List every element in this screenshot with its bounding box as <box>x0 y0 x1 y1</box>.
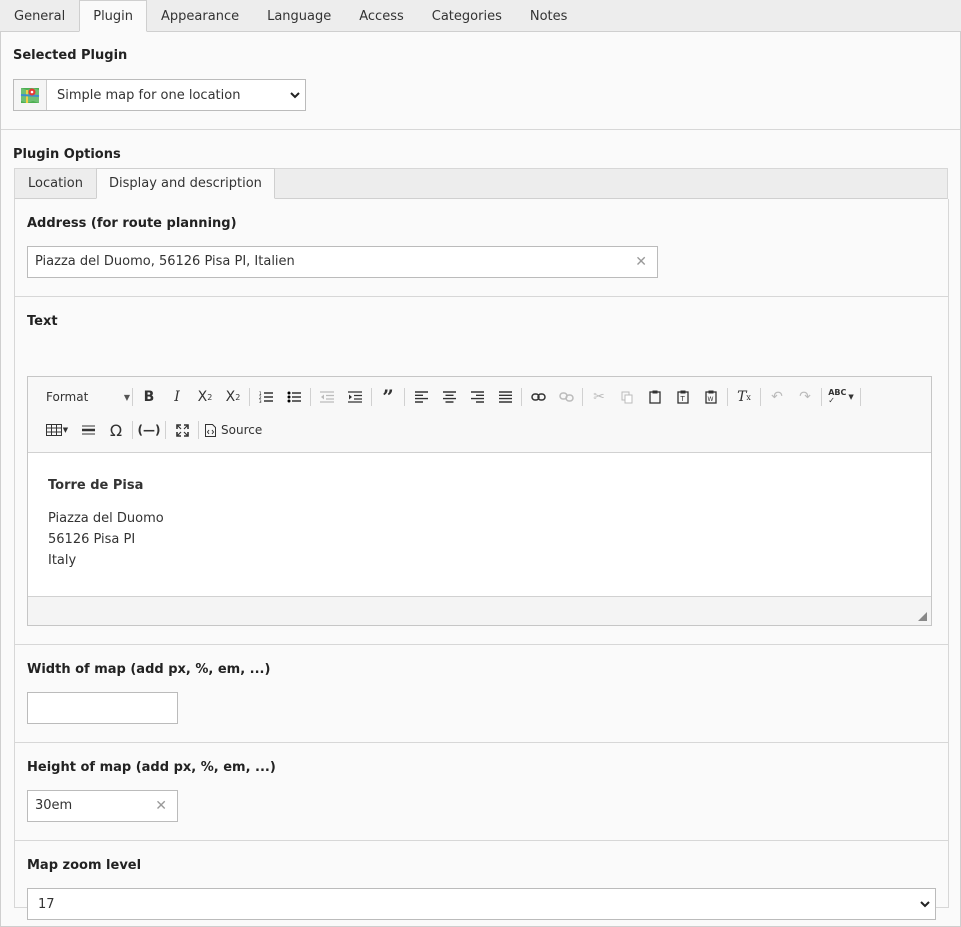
tab-access[interactable]: Access <box>345 0 418 32</box>
height-label: Height of map (add px, %, em, ...) <box>27 760 276 775</box>
svg-text:3: 3 <box>259 399 262 403</box>
divider <box>15 296 948 297</box>
bulleted-list-icon[interactable] <box>280 385 308 409</box>
selected-plugin-label: Selected Plugin <box>13 48 128 63</box>
text-label: Text <box>27 314 58 329</box>
align-center-icon[interactable] <box>435 385 463 409</box>
width-label: Width of map (add px, %, em, ...) <box>27 662 271 677</box>
numbered-list-icon[interactable]: 123 <box>252 385 280 409</box>
redo-icon[interactable]: ↷ <box>791 385 819 409</box>
italic-icon[interactable]: I <box>163 385 191 409</box>
top-tab-bar: General Plugin Appearance Language Acces… <box>0 0 961 32</box>
justify-icon[interactable] <box>491 385 519 409</box>
clear-icon[interactable]: ✕ <box>155 791 167 821</box>
tab-categories[interactable]: Categories <box>418 0 516 32</box>
table-icon[interactable]: ▼ <box>40 418 74 442</box>
chevron-down-icon <box>915 898 935 911</box>
remove-format-icon[interactable]: Tx <box>730 385 758 409</box>
plugin-options-label: Plugin Options <box>13 147 121 162</box>
tab-location[interactable]: Location <box>15 168 96 199</box>
content-heading: Torre de Pisa <box>48 478 144 493</box>
content-line: 56126 Pisa PI <box>48 532 136 547</box>
tab-general[interactable]: General <box>0 0 79 32</box>
height-field[interactable]: 30em ✕ <box>27 790 178 822</box>
placeholder-icon[interactable]: (—) <box>135 418 163 442</box>
editor-content[interactable]: Torre de Pisa Piazza del Duomo 56126 Pis… <box>28 453 931 593</box>
spellcheck-icon[interactable]: ABC ✓ ▼ <box>824 385 858 409</box>
cut-icon[interactable]: ✂ <box>585 385 613 409</box>
paste-text-icon[interactable]: T <box>669 385 697 409</box>
special-char-icon[interactable]: Ω <box>102 418 130 442</box>
indent-icon[interactable] <box>341 385 369 409</box>
divider <box>15 742 948 743</box>
bold-icon[interactable]: B <box>135 385 163 409</box>
tab-plugin[interactable]: Plugin <box>79 0 148 32</box>
undo-icon[interactable]: ↶ <box>763 385 791 409</box>
resize-handle-icon[interactable] <box>918 612 927 621</box>
chevron-down-icon <box>285 89 305 102</box>
blockquote-icon[interactable]: ” <box>374 385 402 409</box>
subscript-icon[interactable]: X2 <box>191 385 219 409</box>
content-line: Italy <box>48 553 77 568</box>
plugin-tab-panel: Selected Plugin Simple map for one locat… <box>0 32 961 927</box>
source-label: Source <box>221 423 263 437</box>
outdent-icon[interactable] <box>313 385 341 409</box>
source-button[interactable]: Source <box>201 418 266 442</box>
editor-statusbar <box>28 596 931 625</box>
address-label: Address (for route planning) <box>27 216 237 231</box>
tab-display-description[interactable]: Display and description <box>95 168 275 199</box>
width-field[interactable] <box>27 692 178 724</box>
caret-down-icon: ▼ <box>123 392 130 402</box>
divider <box>1 129 960 130</box>
align-left-icon[interactable] <box>407 385 435 409</box>
paste-word-icon[interactable]: W <box>697 385 725 409</box>
maximize-icon[interactable] <box>168 418 196 442</box>
format-label: Format <box>46 390 89 404</box>
clear-icon[interactable]: ✕ <box>635 247 647 277</box>
paste-icon[interactable] <box>641 385 669 409</box>
height-value: 30em <box>35 798 73 813</box>
divider <box>15 840 948 841</box>
superscript-icon[interactable]: X2 <box>219 385 247 409</box>
editor-toolbar: Format ▼ B I X2 X2 123 ” ✂ T W T x ↶ ↷ A… <box>28 377 931 453</box>
svg-text:W: W <box>708 396 714 403</box>
rich-text-editor: Format ▼ B I X2 X2 123 ” ✂ T W T x ↶ ↷ A… <box>27 376 932 626</box>
address-field[interactable]: Piazza del Duomo, 56126 Pisa PI, Italien… <box>27 246 658 278</box>
plugin-options-tab-bar: Location Display and description <box>14 168 948 199</box>
tab-appearance[interactable]: Appearance <box>147 0 253 32</box>
display-description-panel: Address (for route planning) Piazza del … <box>14 199 949 920</box>
copy-icon[interactable] <box>613 385 641 409</box>
align-right-icon[interactable] <box>463 385 491 409</box>
link-icon[interactable] <box>524 385 552 409</box>
content-line: Piazza del Duomo <box>48 511 164 526</box>
zoom-value: 17 <box>38 896 55 912</box>
map-icon <box>14 80 47 110</box>
address-value: Piazza del Duomo, 56126 Pisa PI, Italien <box>35 254 295 269</box>
zoom-select[interactable]: 17 <box>27 888 936 920</box>
plugin-select[interactable]: Simple map for one location <box>13 79 306 111</box>
tab-notes[interactable]: Notes <box>516 0 582 32</box>
unlink-icon[interactable] <box>552 385 580 409</box>
horizontal-line-icon[interactable] <box>74 418 102 442</box>
format-dropdown[interactable]: Format ▼ <box>40 385 130 409</box>
divider <box>15 644 948 645</box>
plugin-select-value: Simple map for one location <box>57 87 241 103</box>
zoom-label: Map zoom level <box>27 858 142 873</box>
tab-language[interactable]: Language <box>253 0 345 32</box>
svg-text:T: T <box>680 395 686 403</box>
